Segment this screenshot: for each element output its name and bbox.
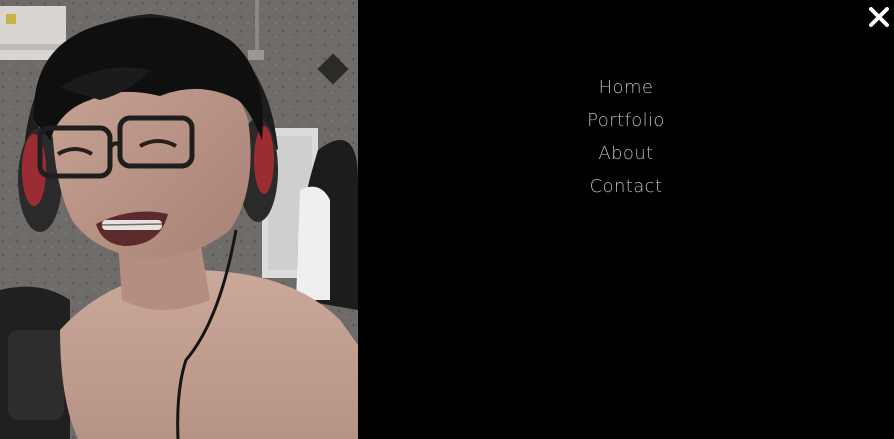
nav-item-contact: Contact (358, 172, 894, 205)
nav-link-about[interactable]: About (598, 143, 653, 164)
close-icon (869, 7, 889, 27)
nav-link-home[interactable]: Home (599, 77, 654, 98)
nav-item-about: About (358, 139, 894, 172)
portrait-photo (0, 0, 358, 439)
navigation-menu: Home Portfolio About Contact (358, 0, 894, 439)
nav-item-home: Home (358, 73, 894, 106)
close-button[interactable] (868, 6, 890, 28)
nav-link-contact[interactable]: Contact (590, 176, 663, 197)
page: Home Portfolio About Contact (0, 0, 894, 439)
nav-list: Home Portfolio About Contact (358, 73, 894, 205)
nav-item-portfolio: Portfolio (358, 106, 894, 139)
nav-link-portfolio[interactable]: Portfolio (587, 110, 665, 131)
